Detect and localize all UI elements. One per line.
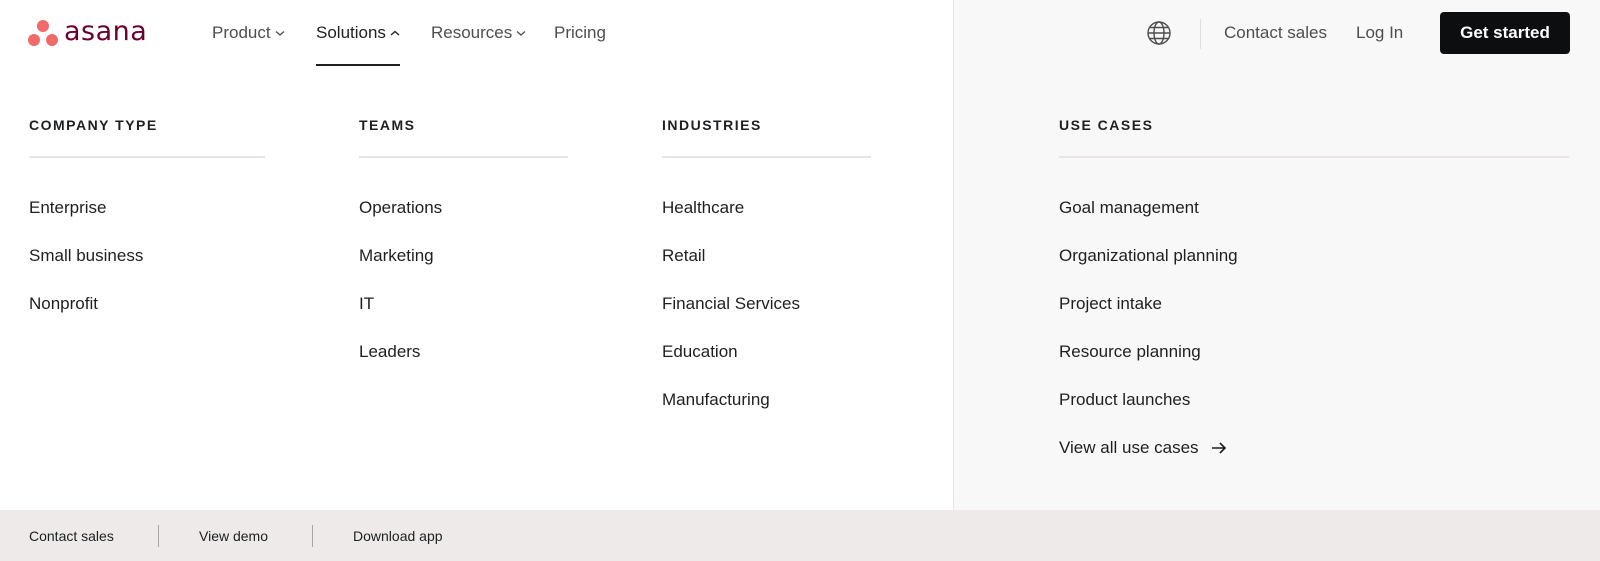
log-in-link[interactable]: Log In	[1356, 22, 1403, 44]
list-item: Organizational planning	[1059, 245, 1569, 293]
nav-product-label: Product	[212, 23, 271, 42]
company-type-list: Enterprise Small business Nonprofit	[29, 197, 265, 341]
list-item: Nonprofit	[29, 293, 265, 341]
list-item: Healthcare	[662, 197, 871, 245]
footer-divider	[158, 525, 159, 547]
view-all-label: View all use cases	[1059, 438, 1199, 457]
menu-link-retail[interactable]: Retail	[662, 245, 705, 267]
chevron-down-icon	[275, 31, 285, 36]
list-item: Enterprise	[29, 197, 265, 245]
menu-link-education[interactable]: Education	[662, 341, 738, 363]
list-item: Retail	[662, 245, 871, 293]
menu-link-financial-services[interactable]: Financial Services	[662, 293, 800, 315]
list-item: View all use cases	[1059, 437, 1569, 485]
footer-contact-sales-link[interactable]: Contact sales	[29, 527, 114, 545]
menu-link-small-business[interactable]: Small business	[29, 245, 143, 267]
nav-resources-label: Resources	[431, 23, 513, 42]
list-item: IT	[359, 293, 568, 341]
column-heading: COMPANY TYPE	[29, 117, 158, 133]
industries-column: INDUSTRIES Healthcare Retail Financial S…	[662, 116, 871, 437]
header-divider	[1200, 19, 1201, 49]
menu-link-it[interactable]: IT	[359, 293, 374, 315]
logo-wordmark: asana	[64, 15, 148, 47]
footer-divider	[312, 525, 313, 547]
list-item: Resource planning	[1059, 341, 1569, 389]
nav-pricing-label: Pricing	[554, 23, 606, 42]
menu-link-enterprise[interactable]: Enterprise	[29, 197, 106, 219]
menu-link-marketing[interactable]: Marketing	[359, 245, 434, 267]
get-started-button[interactable]: Get started	[1440, 12, 1570, 54]
nav-product[interactable]: Product	[212, 0, 285, 66]
view-all-use-cases-link[interactable]: View all use cases	[1059, 437, 1227, 459]
asana-logo-icon	[28, 19, 58, 47]
menu-footer: Contact sales View demo Download app	[0, 510, 1600, 561]
chevron-down-icon	[516, 31, 526, 36]
nav-solutions-label: Solutions	[316, 23, 386, 42]
list-item: Education	[662, 341, 871, 389]
column-divider	[662, 156, 871, 158]
menu-link-operations[interactable]: Operations	[359, 197, 442, 219]
menu-link-product-launches[interactable]: Product launches	[1059, 389, 1190, 411]
footer-download-app-link[interactable]: Download app	[353, 527, 443, 545]
use-cases-column: USE CASES Goal management Organizational…	[1059, 116, 1569, 485]
arrow-right-icon	[1211, 442, 1226, 454]
menu-link-resource-planning[interactable]: Resource planning	[1059, 341, 1201, 363]
industries-list: Healthcare Retail Financial Services Edu…	[662, 197, 871, 437]
column-divider	[29, 156, 265, 158]
list-item: Marketing	[359, 245, 568, 293]
menu-link-healthcare[interactable]: Healthcare	[662, 197, 744, 219]
menu-link-manufacturing[interactable]: Manufacturing	[662, 389, 770, 411]
menu-link-nonprofit[interactable]: Nonprofit	[29, 293, 98, 315]
globe-icon[interactable]	[1146, 20, 1172, 46]
use-cases-list: Goal management Organizational planning …	[1059, 197, 1569, 485]
chevron-up-icon	[390, 30, 400, 36]
company-type-column: COMPANY TYPE Enterprise Small business N…	[29, 116, 265, 341]
list-item: Financial Services	[662, 293, 871, 341]
nav-solutions[interactable]: Solutions	[316, 0, 400, 66]
list-item: Project intake	[1059, 293, 1569, 341]
teams-list: Operations Marketing IT Leaders	[359, 197, 568, 389]
teams-column: TEAMS Operations Marketing IT Leaders	[359, 116, 568, 389]
asana-logo[interactable]: asana	[28, 18, 147, 48]
column-divider	[359, 156, 568, 158]
list-item: Goal management	[1059, 197, 1569, 245]
menu-link-organizational-planning[interactable]: Organizational planning	[1059, 245, 1238, 267]
menu-link-leaders[interactable]: Leaders	[359, 341, 420, 363]
column-heading: TEAMS	[359, 117, 416, 133]
menu-link-goal-management[interactable]: Goal management	[1059, 197, 1199, 219]
column-heading: INDUSTRIES	[662, 117, 762, 133]
contact-sales-link[interactable]: Contact sales	[1224, 22, 1327, 44]
list-item: Small business	[29, 245, 265, 293]
list-item: Manufacturing	[662, 389, 871, 437]
nav-resources[interactable]: Resources	[431, 0, 526, 66]
list-item: Leaders	[359, 341, 568, 389]
list-item: Product launches	[1059, 389, 1569, 437]
column-heading: USE CASES	[1059, 117, 1154, 133]
list-item: Operations	[359, 197, 568, 245]
column-divider	[1059, 156, 1569, 158]
footer-view-demo-link[interactable]: View demo	[199, 527, 268, 545]
menu-link-project-intake[interactable]: Project intake	[1059, 293, 1162, 315]
nav-pricing[interactable]: Pricing	[554, 0, 606, 66]
